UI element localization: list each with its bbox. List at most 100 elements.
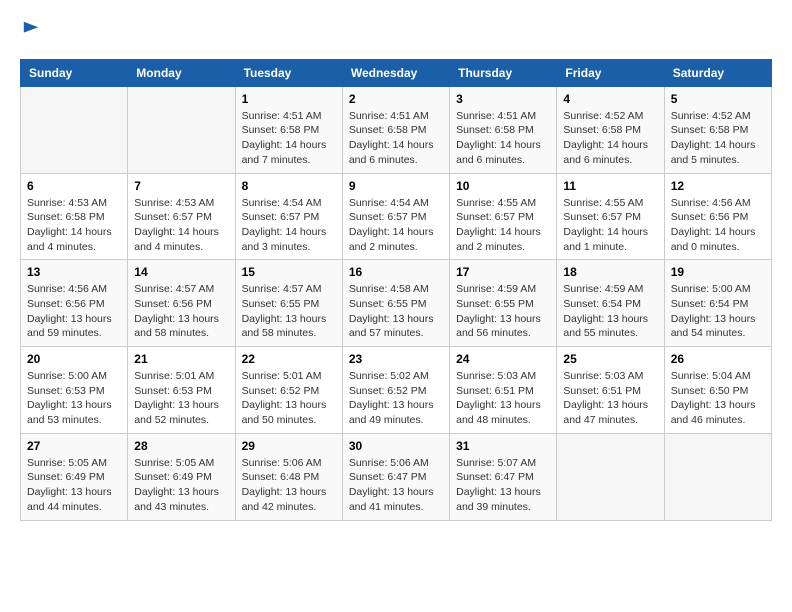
day-info: Sunrise: 4:59 AMSunset: 6:55 PMDaylight:…	[456, 282, 550, 341]
page-header	[20, 20, 772, 43]
calendar-cell: 10Sunrise: 4:55 AMSunset: 6:57 PMDayligh…	[450, 173, 557, 260]
day-info: Sunrise: 4:51 AMSunset: 6:58 PMDaylight:…	[349, 109, 443, 168]
day-info: Sunrise: 4:56 AMSunset: 6:56 PMDaylight:…	[27, 282, 121, 341]
calendar-cell: 5 Sunrise: 4:52 AMSunset: 6:58 PMDaylight…	[664, 86, 771, 173]
calendar-cell: 22 Sunrise: 5:01 AMSunset: 6:52 PMDayligh…	[235, 347, 342, 434]
calendar-cell: 25 Sunrise: 5:03 AMSunset: 6:51 PMDayligh…	[557, 347, 664, 434]
weekday-header-thursday: Thursday	[450, 59, 557, 86]
day-number: 26	[671, 352, 765, 366]
calendar-cell: 17 Sunrise: 4:59 AMSunset: 6:55 PMDayligh…	[450, 260, 557, 347]
day-number: 7	[134, 179, 228, 193]
day-info: Sunrise: 5:03 AMSunset: 6:51 PMDaylight:…	[456, 369, 550, 428]
day-number: 10	[456, 179, 550, 193]
calendar-cell	[21, 86, 128, 173]
calendar-cell: 7 Sunrise: 4:53 AMSunset: 6:57 PMDaylight…	[128, 173, 235, 260]
calendar-cell	[128, 86, 235, 173]
day-number: 3	[456, 92, 550, 106]
calendar-cell: 11 Sunrise: 4:55 AMSunset: 6:57 PMDayligh…	[557, 173, 664, 260]
day-info: Sunrise: 5:02 AMSunset: 6:52 PMDaylight:…	[349, 369, 443, 428]
calendar-cell: 2 Sunrise: 4:51 AMSunset: 6:58 PMDaylight…	[342, 86, 449, 173]
calendar-week-row: 20Sunrise: 5:00 AMSunset: 6:53 PMDayligh…	[21, 347, 772, 434]
day-info: Sunrise: 5:06 AMSunset: 6:47 PMDaylight:…	[349, 456, 443, 515]
day-number: 2	[349, 92, 443, 106]
calendar-cell: 8 Sunrise: 4:54 AMSunset: 6:57 PMDaylight…	[235, 173, 342, 260]
day-info: Sunrise: 4:56 AMSunset: 6:56 PMDaylight:…	[671, 196, 765, 255]
weekday-header-monday: Monday	[128, 59, 235, 86]
calendar-cell: 18Sunrise: 4:59 AMSunset: 6:54 PMDayligh…	[557, 260, 664, 347]
day-number: 15	[242, 265, 336, 279]
day-info: Sunrise: 4:57 AMSunset: 6:56 PMDaylight:…	[134, 282, 228, 341]
day-info: Sunrise: 5:05 AMSunset: 6:49 PMDaylight:…	[27, 456, 121, 515]
day-number: 1	[242, 92, 336, 106]
calendar-cell: 26 Sunrise: 5:04 AMSunset: 6:50 PMDayligh…	[664, 347, 771, 434]
day-number: 28	[134, 439, 228, 453]
calendar-cell: 6 Sunrise: 4:53 AMSunset: 6:58 PMDaylight…	[21, 173, 128, 260]
day-number: 22	[242, 352, 336, 366]
calendar-cell: 27 Sunrise: 5:05 AMSunset: 6:49 PMDayligh…	[21, 433, 128, 520]
day-info: Sunrise: 5:00 AMSunset: 6:54 PMDaylight:…	[671, 282, 765, 341]
calendar-cell: 15Sunrise: 4:57 AMSunset: 6:55 PMDayligh…	[235, 260, 342, 347]
calendar-cell: 13 Sunrise: 4:56 AMSunset: 6:56 PMDayligh…	[21, 260, 128, 347]
day-number: 4	[563, 92, 657, 106]
day-number: 16	[349, 265, 443, 279]
day-number: 29	[242, 439, 336, 453]
weekday-header-saturday: Saturday	[664, 59, 771, 86]
calendar-cell: 28 Sunrise: 5:05 AMSunset: 6:49 PMDayligh…	[128, 433, 235, 520]
calendar-table: SundayMondayTuesdayWednesdayThursdayFrid…	[20, 59, 772, 521]
calendar-cell: 21Sunrise: 5:01 AMSunset: 6:53 PMDayligh…	[128, 347, 235, 434]
calendar-week-row: 6 Sunrise: 4:53 AMSunset: 6:58 PMDaylight…	[21, 173, 772, 260]
calendar-cell	[664, 433, 771, 520]
calendar-week-row: 13 Sunrise: 4:56 AMSunset: 6:56 PMDayligh…	[21, 260, 772, 347]
day-info: Sunrise: 4:54 AMSunset: 6:57 PMDaylight:…	[242, 196, 336, 255]
day-number: 27	[27, 439, 121, 453]
day-info: Sunrise: 4:59 AMSunset: 6:54 PMDaylight:…	[563, 282, 657, 341]
calendar-cell: 9 Sunrise: 4:54 AMSunset: 6:57 PMDaylight…	[342, 173, 449, 260]
day-info: Sunrise: 5:06 AMSunset: 6:48 PMDaylight:…	[242, 456, 336, 515]
calendar-cell: 20Sunrise: 5:00 AMSunset: 6:53 PMDayligh…	[21, 347, 128, 434]
day-info: Sunrise: 5:07 AMSunset: 6:47 PMDaylight:…	[456, 456, 550, 515]
calendar-cell: 24Sunrise: 5:03 AMSunset: 6:51 PMDayligh…	[450, 347, 557, 434]
day-info: Sunrise: 4:53 AMSunset: 6:58 PMDaylight:…	[27, 196, 121, 255]
day-info: Sunrise: 4:52 AMSunset: 6:58 PMDaylight:…	[671, 109, 765, 168]
logo	[20, 20, 40, 43]
calendar-cell: 14 Sunrise: 4:57 AMSunset: 6:56 PMDayligh…	[128, 260, 235, 347]
day-number: 8	[242, 179, 336, 193]
weekday-header-friday: Friday	[557, 59, 664, 86]
day-info: Sunrise: 4:52 AMSunset: 6:58 PMDaylight:…	[563, 109, 657, 168]
calendar-cell: 23Sunrise: 5:02 AMSunset: 6:52 PMDayligh…	[342, 347, 449, 434]
calendar-cell: 12 Sunrise: 4:56 AMSunset: 6:56 PMDayligh…	[664, 173, 771, 260]
day-info: Sunrise: 4:54 AMSunset: 6:57 PMDaylight:…	[349, 196, 443, 255]
day-info: Sunrise: 4:53 AMSunset: 6:57 PMDaylight:…	[134, 196, 228, 255]
day-number: 31	[456, 439, 550, 453]
day-info: Sunrise: 5:04 AMSunset: 6:50 PMDaylight:…	[671, 369, 765, 428]
day-number: 14	[134, 265, 228, 279]
day-info: Sunrise: 5:01 AMSunset: 6:52 PMDaylight:…	[242, 369, 336, 428]
day-number: 13	[27, 265, 121, 279]
calendar-cell	[557, 433, 664, 520]
calendar-week-row: 1 Sunrise: 4:51 AMSunset: 6:58 PMDaylight…	[21, 86, 772, 173]
weekday-header-tuesday: Tuesday	[235, 59, 342, 86]
weekday-header-wednesday: Wednesday	[342, 59, 449, 86]
day-number: 12	[671, 179, 765, 193]
day-info: Sunrise: 5:05 AMSunset: 6:49 PMDaylight:…	[134, 456, 228, 515]
calendar-cell: 4 Sunrise: 4:52 AMSunset: 6:58 PMDaylight…	[557, 86, 664, 173]
day-number: 11	[563, 179, 657, 193]
day-info: Sunrise: 4:55 AMSunset: 6:57 PMDaylight:…	[563, 196, 657, 255]
calendar-cell: 31 Sunrise: 5:07 AMSunset: 6:47 PMDayligh…	[450, 433, 557, 520]
calendar-cell: 3Sunrise: 4:51 AMSunset: 6:58 PMDaylight…	[450, 86, 557, 173]
weekday-header-sunday: Sunday	[21, 59, 128, 86]
day-info: Sunrise: 5:00 AMSunset: 6:53 PMDaylight:…	[27, 369, 121, 428]
day-number: 17	[456, 265, 550, 279]
calendar-cell: 30Sunrise: 5:06 AMSunset: 6:47 PMDayligh…	[342, 433, 449, 520]
day-info: Sunrise: 5:03 AMSunset: 6:51 PMDaylight:…	[563, 369, 657, 428]
day-number: 6	[27, 179, 121, 193]
calendar-cell: 16Sunrise: 4:58 AMSunset: 6:55 PMDayligh…	[342, 260, 449, 347]
calendar-cell: 19Sunrise: 5:00 AMSunset: 6:54 PMDayligh…	[664, 260, 771, 347]
day-number: 9	[349, 179, 443, 193]
calendar-cell: 1Sunrise: 4:51 AMSunset: 6:58 PMDaylight…	[235, 86, 342, 173]
day-number: 25	[563, 352, 657, 366]
day-number: 21	[134, 352, 228, 366]
weekday-header-row: SundayMondayTuesdayWednesdayThursdayFrid…	[21, 59, 772, 86]
logo-flag-icon	[22, 20, 40, 38]
day-number: 5	[671, 92, 765, 106]
